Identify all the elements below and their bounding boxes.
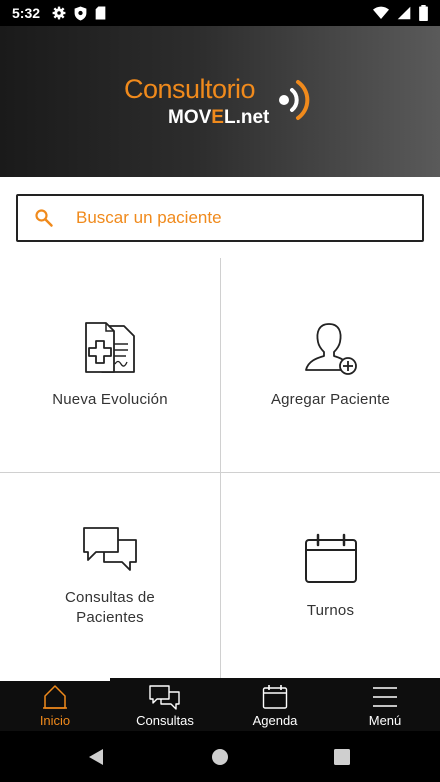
tile-label: Agregar Paciente [270,391,391,408]
system-navigation-bar [0,731,440,782]
status-time: 5:32 [12,5,41,21]
hamburger-menu-icon [373,687,397,707]
shield-icon [74,6,87,21]
tile-agregar-paciente[interactable]: Agregar Paciente [221,258,440,472]
nav-label: Inicio [39,713,71,728]
search-box[interactable] [16,194,424,242]
nav-label: Menú [368,713,402,728]
sd-card-icon [95,6,106,20]
signal-icon [397,6,411,20]
chat-bubbles-icon [83,526,137,571]
tile-nueva-evolucion[interactable]: Nueva Evolución [0,258,220,472]
tile-label: Consultas de Pacientes [65,588,155,626]
home-circle-icon[interactable] [211,747,229,767]
app-logo: Consultorio MOVEL.net [124,74,324,134]
tile-label: Turnos [306,601,355,619]
add-user-icon [304,323,357,375]
action-grid: Nueva Evolución Agregar Paciente Consult… [0,258,440,678]
broadcast-waves-icon [279,80,310,120]
home-icon [43,685,67,709]
logo-title: Consultorio [124,74,256,104]
wifi-icon [373,6,389,20]
calendar-icon [262,685,288,709]
nav-inicio[interactable]: Inicio [0,678,110,731]
app-header: Consultorio MOVEL.net [0,26,440,177]
nav-consultas[interactable]: Consultas [110,678,220,731]
active-tab-indicator [0,678,110,681]
nav-menu[interactable]: Menú [330,678,440,731]
tile-consultas-de-pacientes[interactable]: Consultas de Pacientes [0,473,220,678]
search-icon [34,208,54,228]
recents-square-icon[interactable] [333,747,351,767]
nav-label: Agenda [252,713,298,728]
logo-subtitle: MOVEL.net [168,107,270,128]
medical-document-icon [85,322,135,373]
chat-icon [149,685,180,710]
back-icon[interactable] [86,747,106,767]
status-bar: 5:32 [0,0,440,26]
bottom-navigation: Inicio Consultas Agenda Menú [0,678,440,731]
tile-label: Nueva Evolución [52,391,168,408]
calendar-icon [304,533,357,583]
search-input[interactable] [76,208,376,228]
settings-gear-icon [52,6,66,20]
tile-turnos[interactable]: Turnos [221,473,440,678]
battery-icon [419,5,428,21]
nav-label: Consultas [136,713,194,728]
nav-agenda[interactable]: Agenda [220,678,330,731]
